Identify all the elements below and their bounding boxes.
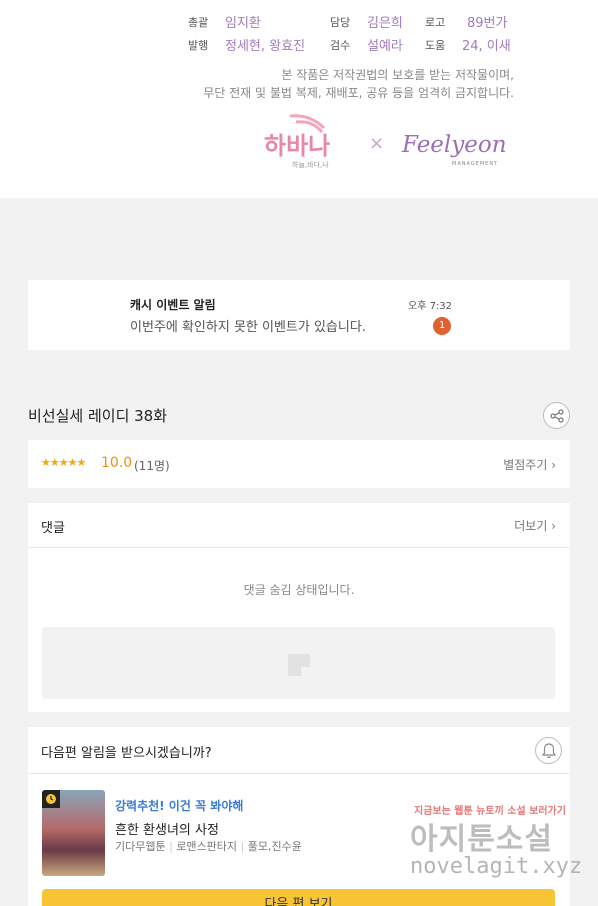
- recommendation-genre: 로맨스판타지: [176, 840, 238, 853]
- feelyeon-logo: Feelyeon MANAGEMENT: [401, 132, 507, 167]
- credit-label: 도움: [425, 39, 446, 52]
- credit-value: 설예라: [367, 39, 403, 54]
- recommendation-meta: 기다무웹툰 | 로맨스판타지 | 풀모,진수윤: [115, 840, 302, 853]
- rating-stars: ★★★★★: [41, 456, 86, 469]
- bell-icon: [542, 743, 556, 759]
- next-episode-button-label: 다음 편 보기: [264, 897, 333, 906]
- credit-label: 총괄: [188, 16, 209, 29]
- collab-x: ×: [369, 133, 385, 154]
- wait-free-badge: [42, 790, 60, 808]
- comments-card: 댓글 더보기 › 댓글 숨김 상태입니다.: [28, 503, 570, 712]
- watermark-site-name: 아지툰소설: [410, 822, 553, 857]
- credits-section: 총괄 임지환 담당 김은희 로고 89번가 발행 정세현, 왕효진 검수 설예라…: [0, 0, 598, 198]
- cash-event-alert[interactable]: 캐시 이벤트 알림 이번주에 확인하지 못한 이벤트가 있습니다. 오후 7:3…: [28, 280, 570, 350]
- feelyeon-logo-subtext: MANAGEMENT: [452, 161, 498, 167]
- copyright-notice-line1: 본 작품은 저작권법의 보호를 받는 저작물이며,: [281, 68, 514, 82]
- credit-value: 김은희: [367, 16, 403, 31]
- copyright-notice-line2: 무단 전재 및 불법 복제, 재배포, 공유 등을 엄격히 금지합니다.: [203, 86, 514, 100]
- notify-question: 다음편 알림을 받으시겠습니까?: [41, 746, 212, 761]
- comments-title: 댓글: [41, 521, 65, 536]
- share-button[interactable]: [543, 402, 570, 429]
- episode-title: 비선실세 레이디 38화: [28, 407, 168, 425]
- credit-value: 정세현, 왕효진: [225, 39, 306, 54]
- habana-logo-subtext: 하늘,바다,나: [292, 160, 329, 169]
- rating-count: (11명): [134, 459, 170, 473]
- alert-time: 오후 7:32: [408, 301, 453, 312]
- alert-count-badge: 1: [433, 317, 451, 335]
- recommendation-thumbnail[interactable]: [42, 790, 105, 876]
- credit-value: 89번가: [467, 16, 508, 31]
- alert-body: 이번주에 확인하지 못한 이벤트가 있습니다.: [130, 320, 366, 335]
- share-icon: [550, 409, 564, 423]
- site-watermark: 지금보는 웹툰 뉴토끼 소설 보러가기 아지툰소설 novelagit.xyz: [410, 802, 590, 884]
- clock-badge-icon: [46, 794, 56, 804]
- credit-label: 발행: [188, 39, 209, 52]
- comments-more-button[interactable]: 더보기 ›: [514, 517, 556, 534]
- notify-bell-button[interactable]: [535, 737, 562, 764]
- next-episode-button[interactable]: 다음 편 보기: [42, 889, 555, 906]
- credit-value: 24, 이새: [462, 39, 511, 54]
- habana-logo: 하바나 하늘,바다,나: [264, 114, 330, 169]
- image-placeholder-icon: [288, 654, 310, 676]
- recommendation-authors: 풀모,진수윤: [247, 840, 302, 853]
- habana-logo-text: 하바나: [264, 132, 330, 160]
- credit-label: 담당: [330, 16, 351, 29]
- comment-input-placeholder[interactable]: [42, 627, 555, 699]
- credit-label: 로고: [425, 16, 446, 29]
- rate-button[interactable]: 별점주기 ›: [503, 456, 556, 473]
- rating-score: 10.0: [101, 455, 133, 471]
- recommendation-title[interactable]: 흔한 환생녀의 사정: [115, 819, 219, 838]
- watermark-url: novelagit.xyz: [410, 854, 583, 879]
- feelyeon-logo-text: Feelyeon: [401, 132, 507, 158]
- credit-label: 검수: [330, 39, 351, 52]
- divider: [28, 547, 570, 548]
- recommendation-category: 기다무웹툰: [115, 840, 166, 853]
- credit-value: 임지환: [225, 16, 261, 31]
- recommendation-tag: 강력추천! 이건 꼭 봐야해: [115, 799, 244, 813]
- alert-title: 캐시 이벤트 알림: [130, 298, 216, 312]
- rating-card: ★★★★★ 10.0 (11명) 별점주기 ›: [28, 440, 570, 488]
- comments-hidden-message: 댓글 숨김 상태입니다.: [243, 583, 355, 597]
- divider: [28, 773, 570, 774]
